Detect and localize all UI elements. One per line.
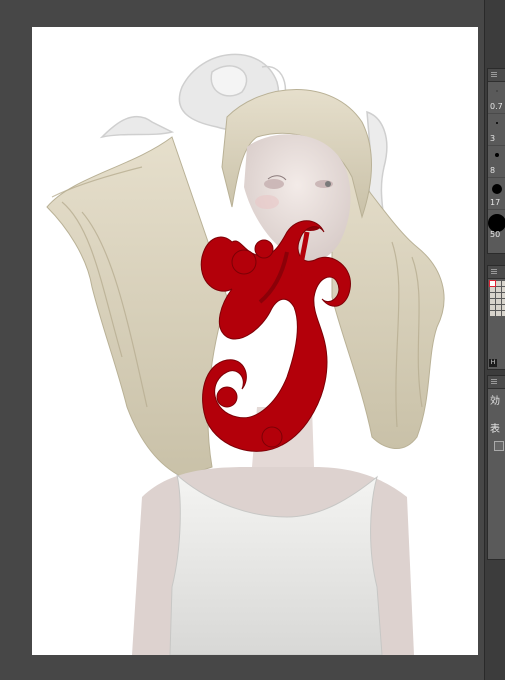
- brush-size-panel: 0.7 3 8 17 50: [487, 68, 505, 254]
- color-swatch[interactable]: [496, 287, 501, 292]
- brush-size-label: 0.7: [490, 102, 503, 111]
- drawing-canvas[interactable]: [32, 27, 478, 655]
- color-swatch[interactable]: [496, 299, 501, 304]
- palette-h-badge[interactable]: H: [489, 359, 497, 367]
- color-palette-panel: H: [487, 265, 505, 370]
- grip-icon[interactable]: [491, 269, 497, 275]
- brush-size-item[interactable]: 0.7: [488, 82, 505, 114]
- panel-header[interactable]: [488, 69, 505, 82]
- brush-size-item[interactable]: 8: [488, 146, 505, 178]
- canvas-workspace[interactable]: [0, 0, 484, 680]
- color-swatch[interactable]: [496, 281, 501, 286]
- brush-size-label: 17: [490, 198, 501, 207]
- brush-tip-icon: [491, 184, 502, 194]
- panel-header[interactable]: [488, 266, 505, 279]
- brush-tip-icon: [494, 153, 499, 157]
- effect-row-label: 表: [490, 424, 500, 435]
- color-swatch[interactable]: [490, 311, 495, 316]
- brush-size-item[interactable]: 3: [488, 114, 505, 146]
- color-swatch[interactable]: [490, 299, 495, 304]
- brush-tip-icon: [496, 90, 497, 92]
- effect-panel: 効 表: [487, 375, 505, 560]
- brush-size-label: 8: [490, 166, 496, 175]
- effect-panel-title: 効: [490, 396, 500, 407]
- panel-header[interactable]: [488, 376, 505, 389]
- grip-icon[interactable]: [491, 72, 497, 78]
- color-swatch[interactable]: [490, 293, 495, 298]
- swatch-grid: [488, 279, 505, 318]
- color-swatch[interactable]: [496, 305, 501, 310]
- brush-size-label: 3: [490, 134, 496, 143]
- color-swatch[interactable]: [490, 287, 495, 292]
- color-swatch[interactable]: [496, 293, 501, 298]
- brush-size-item[interactable]: 17: [488, 178, 505, 210]
- brush-tip-icon: [495, 122, 498, 124]
- color-swatch[interactable]: [489, 280, 496, 287]
- grip-icon[interactable]: [491, 379, 497, 385]
- color-swatch[interactable]: [490, 305, 495, 310]
- color-swatch[interactable]: [496, 311, 501, 316]
- effect-toggle-button[interactable]: [494, 441, 504, 451]
- brush-size-label: 50: [490, 230, 501, 239]
- right-panel-column: 0.7 3 8 17 50 H 効 表: [484, 0, 505, 680]
- painting-artwork: [46, 53, 445, 655]
- brush-size-item[interactable]: 50: [487, 210, 505, 241]
